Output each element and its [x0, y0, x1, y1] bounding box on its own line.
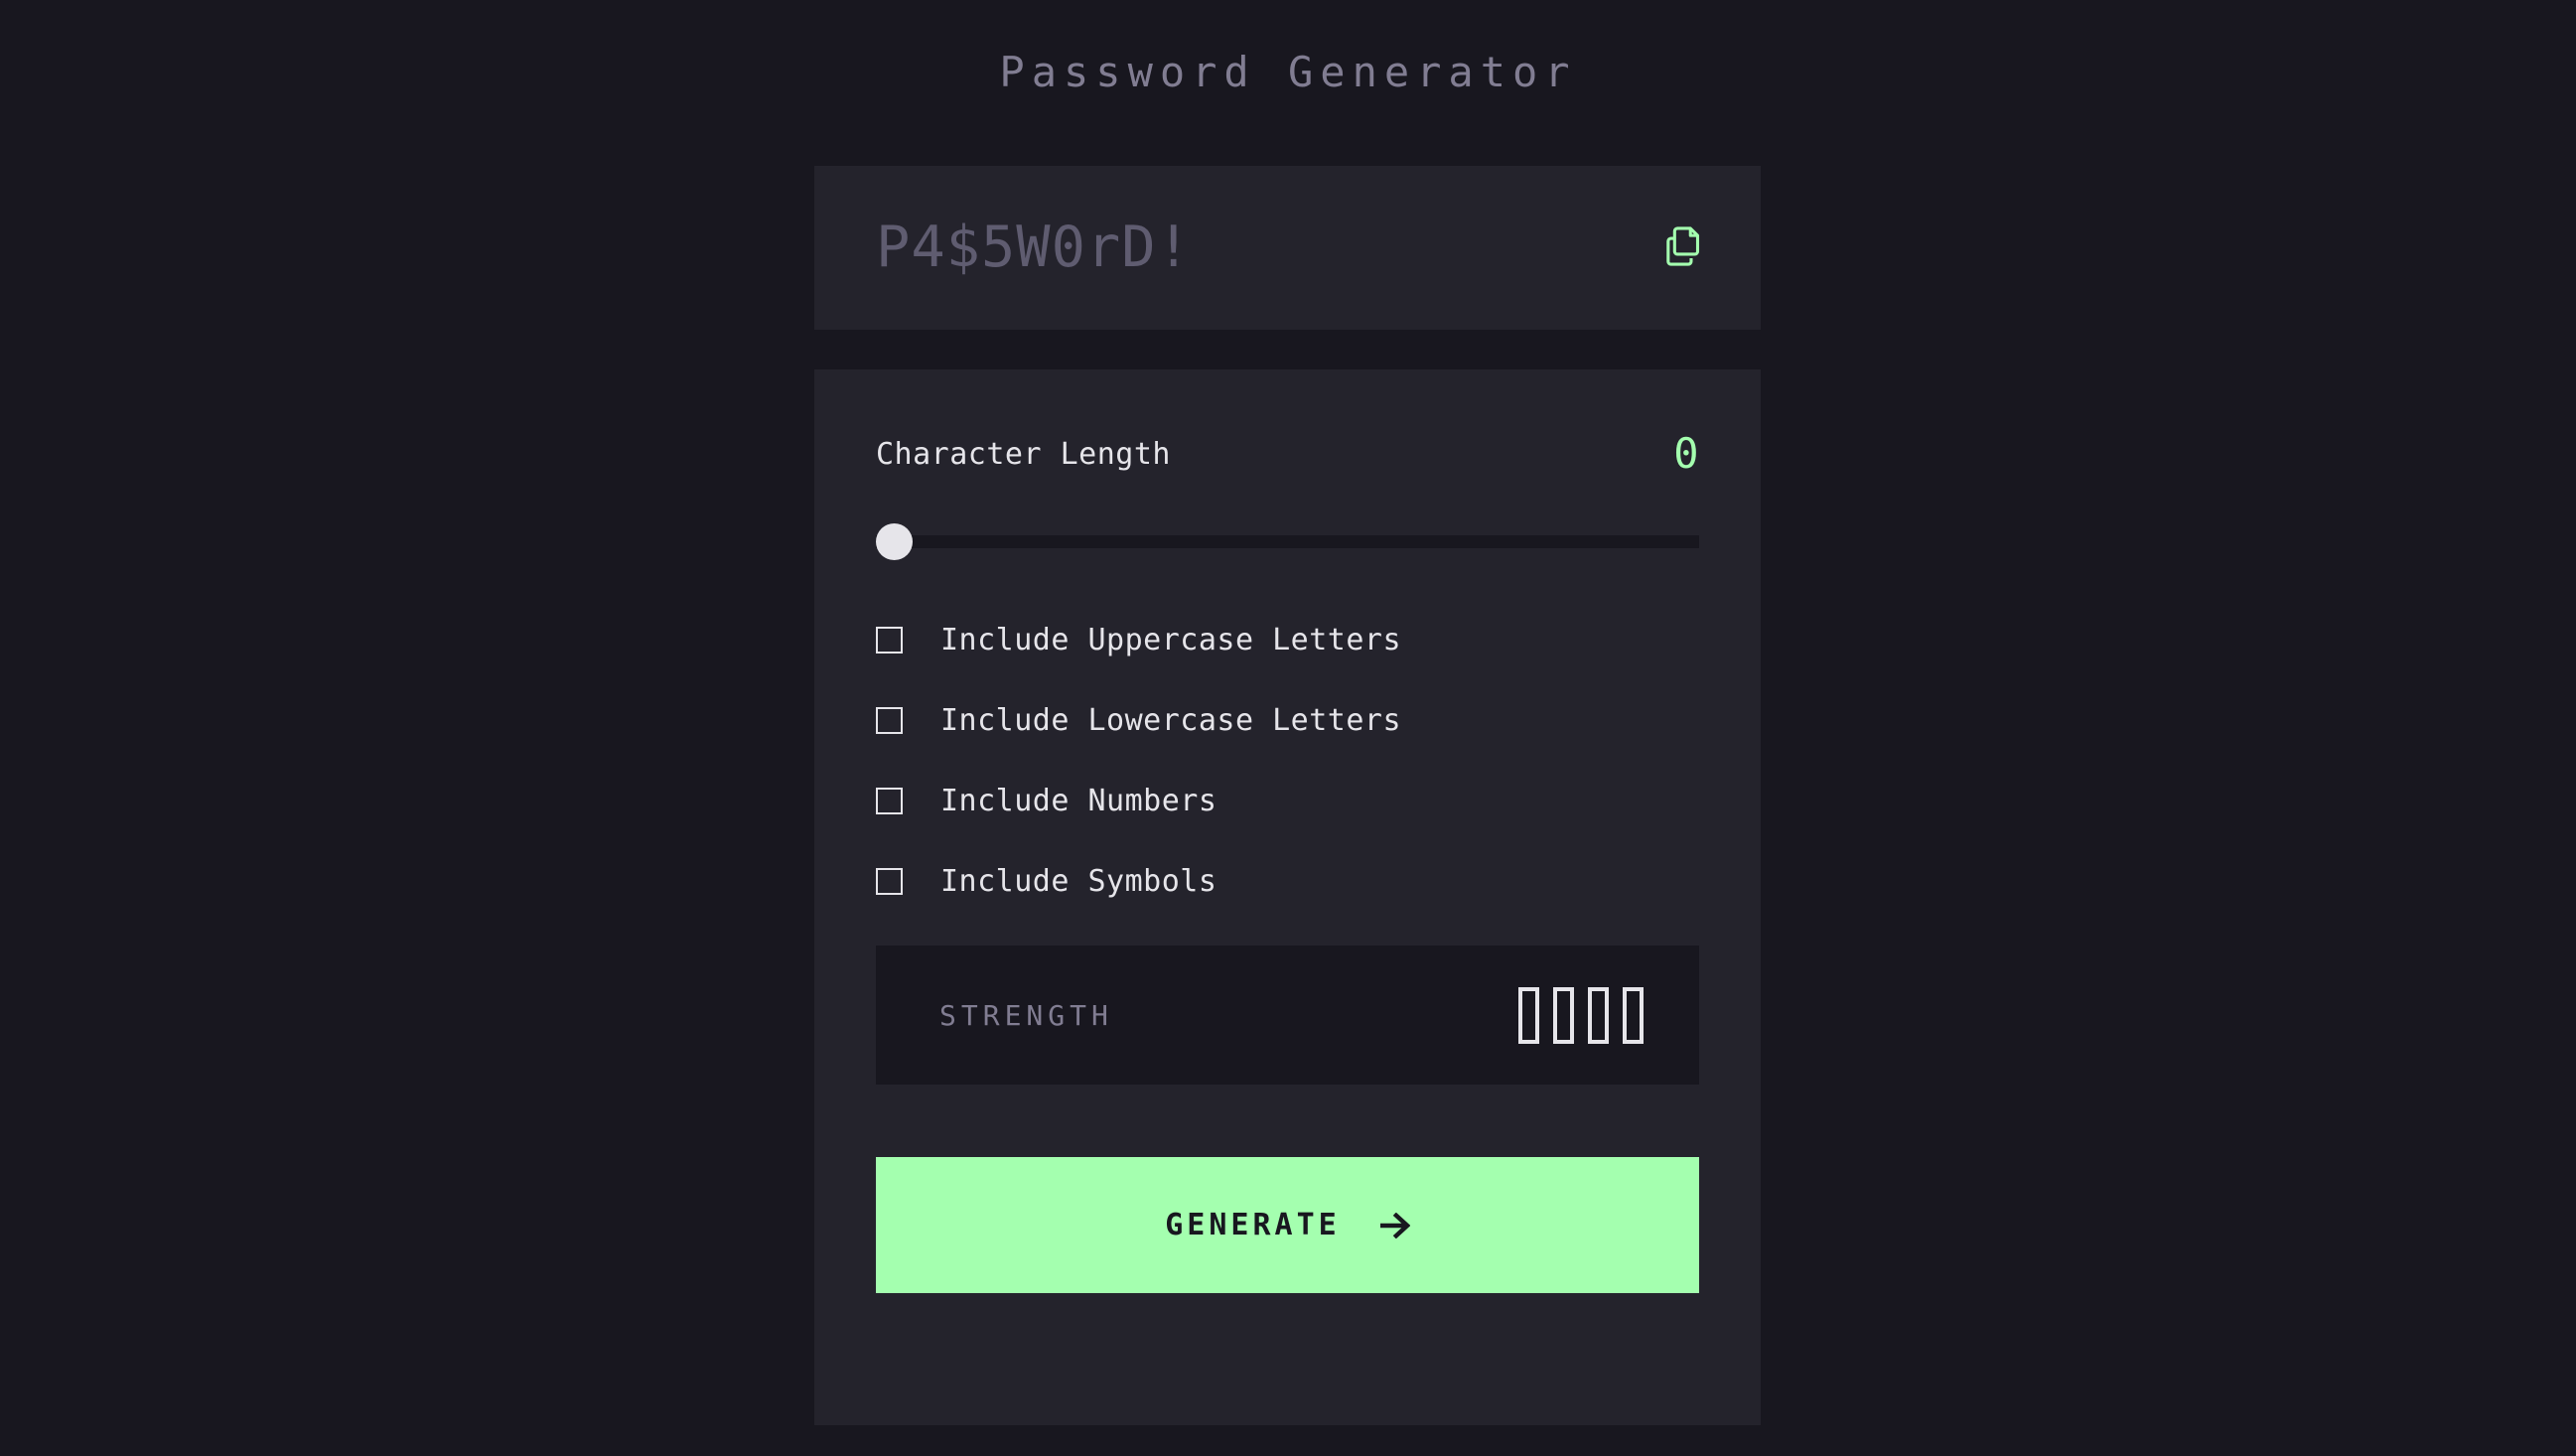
option-label-uppercase: Include Uppercase Letters	[940, 623, 1402, 657]
character-length-row: Character Length 0	[876, 431, 1699, 477]
character-length-label: Character Length	[876, 436, 1171, 472]
option-label-lowercase: Include Lowercase Letters	[940, 703, 1402, 738]
checkbox-lowercase[interactable]	[876, 707, 903, 734]
character-length-slider[interactable]	[876, 521, 1699, 561]
page-title: Password Generator	[999, 48, 1577, 96]
options-checkbox-list: Include Uppercase Letters Include Lowerc…	[876, 623, 1699, 899]
slider-thumb[interactable]	[876, 523, 913, 560]
strength-bar-2	[1553, 986, 1574, 1044]
options-card: Character Length 0 Include Uppercase Let…	[814, 369, 1761, 1425]
checkbox-symbols[interactable]	[876, 868, 903, 895]
password-value: P4$5W0rD!	[876, 215, 1192, 280]
generate-button[interactable]: GENERATE	[876, 1157, 1699, 1293]
generate-button-label: GENERATE	[1165, 1208, 1341, 1242]
checkbox-numbers[interactable]	[876, 788, 903, 814]
slider-track[interactable]	[876, 535, 1699, 548]
character-length-value: 0	[1673, 429, 1699, 478]
option-label-numbers: Include Numbers	[940, 784, 1217, 818]
strength-bar-4	[1623, 986, 1644, 1044]
copy-icon	[1666, 226, 1704, 269]
checkbox-uppercase[interactable]	[876, 627, 903, 654]
copy-password-button[interactable]	[1661, 224, 1709, 272]
strength-indicator: STRENGTH	[876, 946, 1699, 1085]
strength-bar-1	[1518, 986, 1539, 1044]
option-row-uppercase[interactable]: Include Uppercase Letters	[876, 623, 1402, 657]
option-row-lowercase[interactable]: Include Lowercase Letters	[876, 703, 1402, 738]
strength-bars	[1518, 986, 1644, 1044]
option-label-symbols: Include Symbols	[940, 864, 1217, 899]
password-display-card: P4$5W0rD!	[814, 166, 1761, 330]
option-row-numbers[interactable]: Include Numbers	[876, 784, 1217, 818]
password-generator-app: Password Generator P4$5W0rD! Character L…	[0, 0, 2576, 1456]
strength-label: STRENGTH	[939, 998, 1113, 1032]
strength-bar-3	[1588, 986, 1609, 1044]
arrow-right-icon	[1379, 1212, 1410, 1238]
option-row-symbols[interactable]: Include Symbols	[876, 864, 1217, 899]
